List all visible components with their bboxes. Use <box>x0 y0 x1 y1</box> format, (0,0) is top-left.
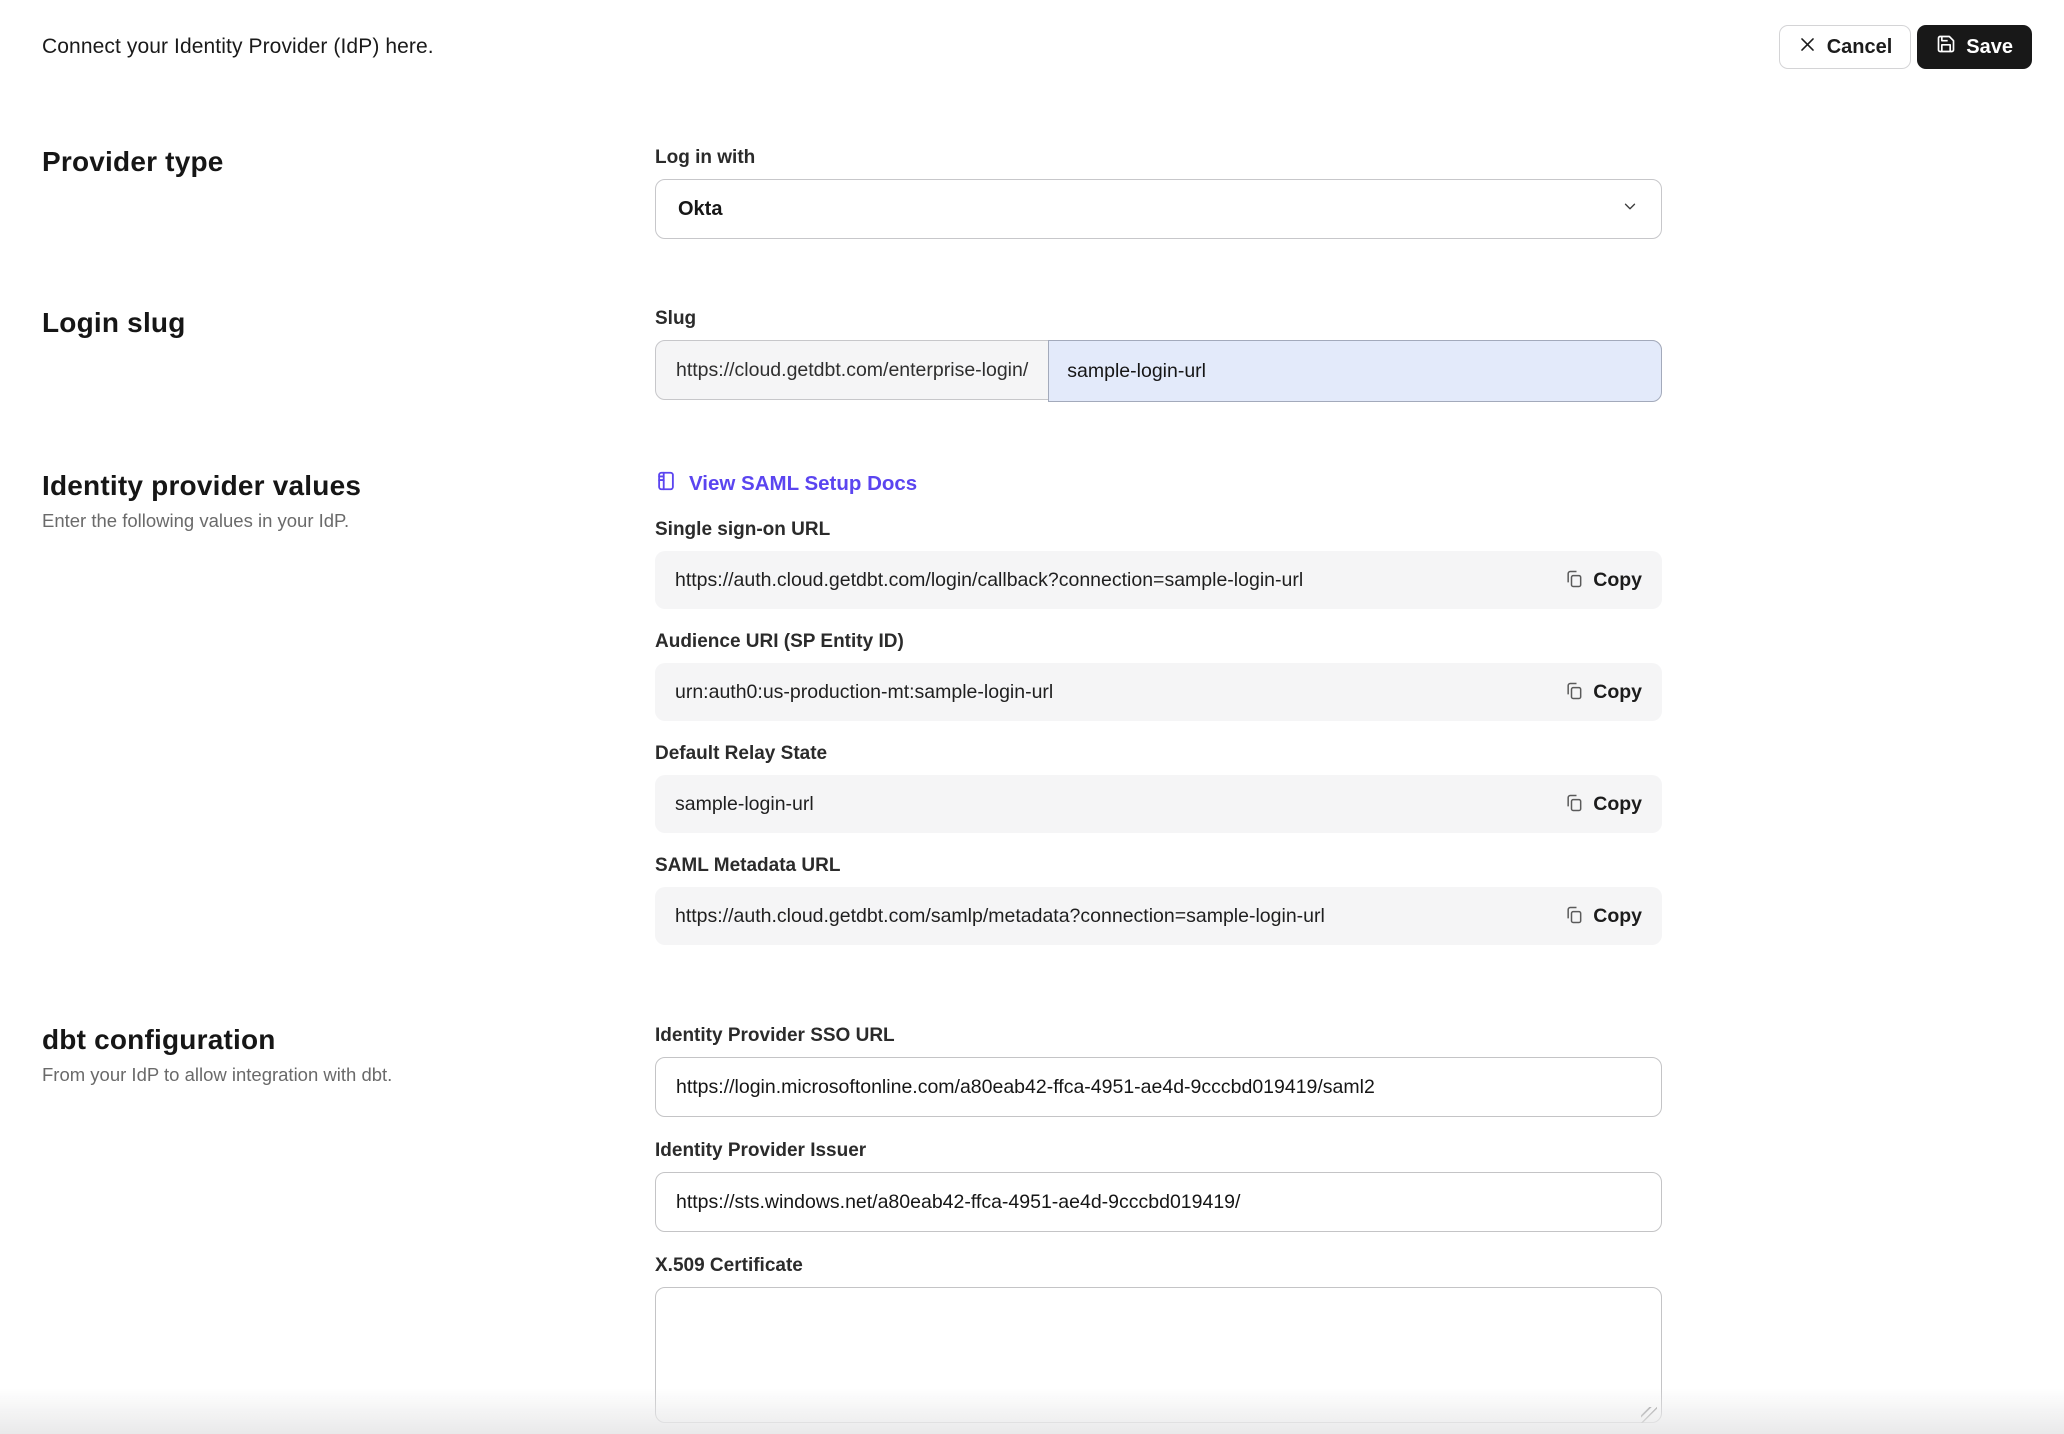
audience-uri-copy-field: Audience URI (SP Entity ID) urn:auth0:us… <box>655 630 1662 721</box>
idp-issuer-input[interactable] <box>655 1172 1662 1232</box>
copy-button-label: Copy <box>1593 905 1642 928</box>
save-button[interactable]: Save <box>1917 25 2032 69</box>
idp-sso-url-input[interactable] <box>655 1057 1662 1117</box>
copy-button[interactable]: Copy <box>1564 905 1642 928</box>
provider-type-heading: Provider type <box>42 146 655 178</box>
chevron-down-icon <box>1621 198 1639 221</box>
x509-certificate-textarea[interactable] <box>655 1287 1662 1423</box>
copy-button[interactable]: Copy <box>1564 569 1642 592</box>
idp-sso-url-label: Identity Provider SSO URL <box>655 1024 1662 1048</box>
docs-book-icon <box>655 470 677 498</box>
readonly-value: https://auth.cloud.getdbt.com/samlp/meta… <box>675 905 1325 928</box>
section-provider-type: Provider type Log in with Okta <box>0 146 2064 239</box>
readonly-value-box: urn:auth0:us-production-mt:sample-login-… <box>655 663 1662 721</box>
slug-url-prefix: https://cloud.getdbt.com/enterprise-logi… <box>656 341 1048 399</box>
sso-url-copy-field: Single sign-on URL https://auth.cloud.ge… <box>655 518 1662 609</box>
login-with-label: Log in with <box>655 146 1662 170</box>
copy-button-label: Copy <box>1593 793 1642 816</box>
readonly-value: https://auth.cloud.getdbt.com/login/call… <box>675 569 1303 592</box>
saml-metadata-copy-field: SAML Metadata URL https://auth.cloud.get… <box>655 854 1662 945</box>
provider-select[interactable]: Okta <box>655 179 1662 239</box>
field-label: Default Relay State <box>655 742 1662 766</box>
section-dbt-configuration: dbt configuration From your IdP to allow… <box>0 1024 2064 1434</box>
copy-button[interactable]: Copy <box>1564 793 1642 816</box>
saml-docs-link-label: View SAML Setup Docs <box>689 472 917 496</box>
field-label: Audience URI (SP Entity ID) <box>655 630 1662 654</box>
saml-docs-link[interactable]: View SAML Setup Docs <box>655 470 917 498</box>
x509-certificate-field: X.509 Certificate <box>655 1254 1662 1428</box>
copy-icon <box>1564 569 1584 592</box>
close-icon <box>1798 35 1817 60</box>
slug-input[interactable] <box>1048 340 1662 402</box>
idp-issuer-label: Identity Provider Issuer <box>655 1139 1662 1163</box>
idp-issuer-field: Identity Provider Issuer <box>655 1139 1662 1232</box>
copy-icon <box>1564 905 1584 928</box>
save-button-label: Save <box>1966 36 2013 59</box>
save-disk-icon <box>1936 34 1956 60</box>
readonly-value-box: https://auth.cloud.getdbt.com/login/call… <box>655 551 1662 609</box>
slug-label: Slug <box>655 307 1662 331</box>
dbt-config-subtitle: From your IdP to allow integration with … <box>42 1064 655 1086</box>
section-login-slug: Login slug Slug https://cloud.getdbt.com… <box>0 307 2064 400</box>
copy-button[interactable]: Copy <box>1564 681 1642 704</box>
section-idp-values: Identity provider values Enter the follo… <box>0 470 2064 966</box>
topbar-actions: Cancel Save <box>1779 25 2032 69</box>
page-title: Connect your Identity Provider (IdP) her… <box>42 35 434 59</box>
idp-sso-url-field: Identity Provider SSO URL <box>655 1024 1662 1117</box>
readonly-value: sample-login-url <box>675 793 814 816</box>
login-slug-heading: Login slug <box>42 307 655 339</box>
relay-state-copy-field: Default Relay State sample-login-url Cop… <box>655 742 1662 833</box>
slug-composite-field: https://cloud.getdbt.com/enterprise-logi… <box>655 340 1662 400</box>
idp-values-subtitle: Enter the following values in your IdP. <box>42 510 655 532</box>
copy-button-label: Copy <box>1593 681 1642 704</box>
cancel-button[interactable]: Cancel <box>1779 25 1912 69</box>
idp-values-heading: Identity provider values <box>42 470 655 502</box>
readonly-value: urn:auth0:us-production-mt:sample-login-… <box>675 681 1053 704</box>
x509-certificate-label: X.509 Certificate <box>655 1254 1662 1278</box>
copy-button-label: Copy <box>1593 569 1642 592</box>
dbt-config-heading: dbt configuration <box>42 1024 655 1056</box>
field-label: SAML Metadata URL <box>655 854 1662 878</box>
field-label: Single sign-on URL <box>655 518 1662 542</box>
readonly-value-box: https://auth.cloud.getdbt.com/samlp/meta… <box>655 887 1662 945</box>
readonly-value-box: sample-login-url Copy <box>655 775 1662 833</box>
topbar: Connect your Identity Provider (IdP) her… <box>0 0 2064 70</box>
provider-select-value: Okta <box>678 198 722 221</box>
copy-icon <box>1564 793 1584 816</box>
cancel-button-label: Cancel <box>1827 36 1893 59</box>
copy-icon <box>1564 681 1584 704</box>
